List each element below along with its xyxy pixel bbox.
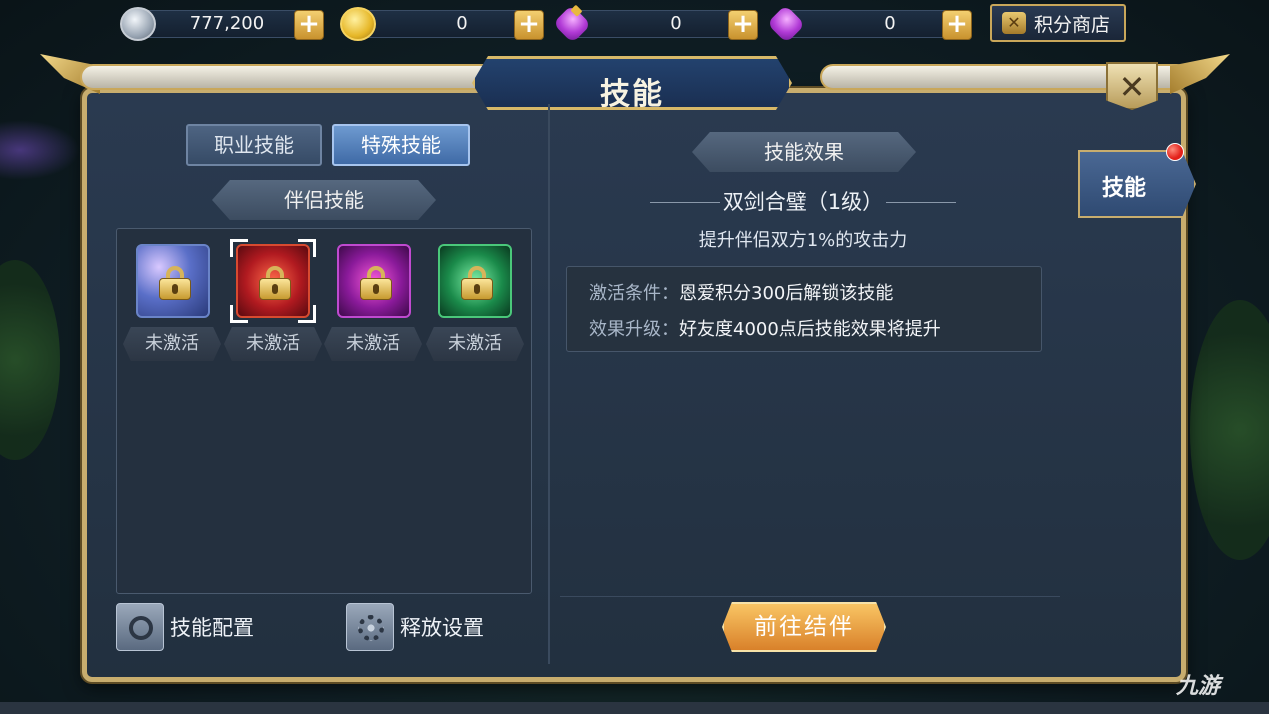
background-glow [0,120,80,180]
go-partner-button[interactable]: 前往结伴 [722,602,886,652]
window-title: 技能 [600,77,664,112]
lock-icon [360,266,392,300]
skill-info-box: 激活条件：恩爱积分300后解锁该技能 效果升级：好友度4000点后技能效果将提升 [566,266,1042,352]
divider [560,596,1060,597]
skill-slot-3[interactable] [337,244,411,318]
decor-line [886,202,956,203]
points-shop-label: 积分商店 [1034,13,1111,36]
release-settings-label: 释放设置 [400,616,484,640]
tab-special-skills[interactable]: 特殊技能 [332,124,470,166]
skill-slot-1[interactable] [136,244,210,318]
lock-icon [159,266,191,300]
skill-state-label: 未激活 [123,327,221,361]
skill-config-label: 技能配置 [170,616,254,640]
add-gem-button[interactable]: + [942,10,972,40]
panel-divider [548,104,550,664]
effect-upgrade: 效果升级：好友度4000点后技能效果将提升 [589,315,941,341]
tab-job-skills[interactable]: 职业技能 [186,124,322,166]
shop-icon: ✕ [1002,12,1026,34]
activation-condition: 激活条件：恩爱积分300后解锁该技能 [589,279,893,305]
points-shop-button[interactable]: ✕ 积分商店 [990,4,1126,42]
header-bar-left [80,64,500,90]
companion-skills-heading: 伴侣技能 [212,180,436,220]
lock-icon [461,266,493,300]
bottom-strip [0,702,1269,714]
watermark: 九游 [1176,674,1221,699]
header-wing-ornament [1170,54,1230,94]
title-plate: 技能 [472,56,792,110]
background-foliage [0,260,60,460]
activation-condition-value: 恩爱积分300后解锁该技能 [679,283,894,304]
skill-state-label: 未激活 [224,327,322,361]
close-icon: ✕ [1118,68,1146,106]
silver-coin-icon [120,7,156,41]
add-gold-button[interactable]: + [514,10,544,40]
skill-slot-4[interactable] [438,244,512,318]
currency-value: 777,200 [189,13,265,34]
background-foliage [1190,300,1269,560]
currency-bar: 777,200 + 0 + 0 + 0 + ✕ 积分商店 [120,4,1130,44]
gear-icon [346,603,394,651]
skill-effect-heading: 技能效果 [692,132,916,172]
swap-icon [116,603,164,651]
skill-name: 双剑合璧（1级） [650,186,956,216]
skill-config-button[interactable]: 技能配置 [116,602,254,652]
close-button[interactable]: ✕ [1106,62,1158,110]
add-silver-button[interactable]: + [294,10,324,40]
skill-description: 提升伴侣双方1%的攻击力 [698,230,908,251]
side-tab-label: 技能 [1102,176,1147,201]
notification-dot [1166,143,1184,161]
activation-condition-key: 激活条件： [589,283,679,304]
selection-frame [230,239,316,323]
effect-upgrade-key: 效果升级： [589,319,679,340]
skill-state-label: 未激活 [426,327,524,361]
skill-name-text: 双剑合璧（1级） [722,190,884,214]
release-settings-button[interactable]: 释放设置 [346,602,484,652]
effect-upgrade-value: 好友度4000点后技能效果将提升 [679,319,941,340]
gold-coin-icon [340,7,376,41]
skill-state-label: 未激活 [324,327,422,361]
decor-line [650,202,720,203]
add-locked-gem-button[interactable]: + [728,10,758,40]
